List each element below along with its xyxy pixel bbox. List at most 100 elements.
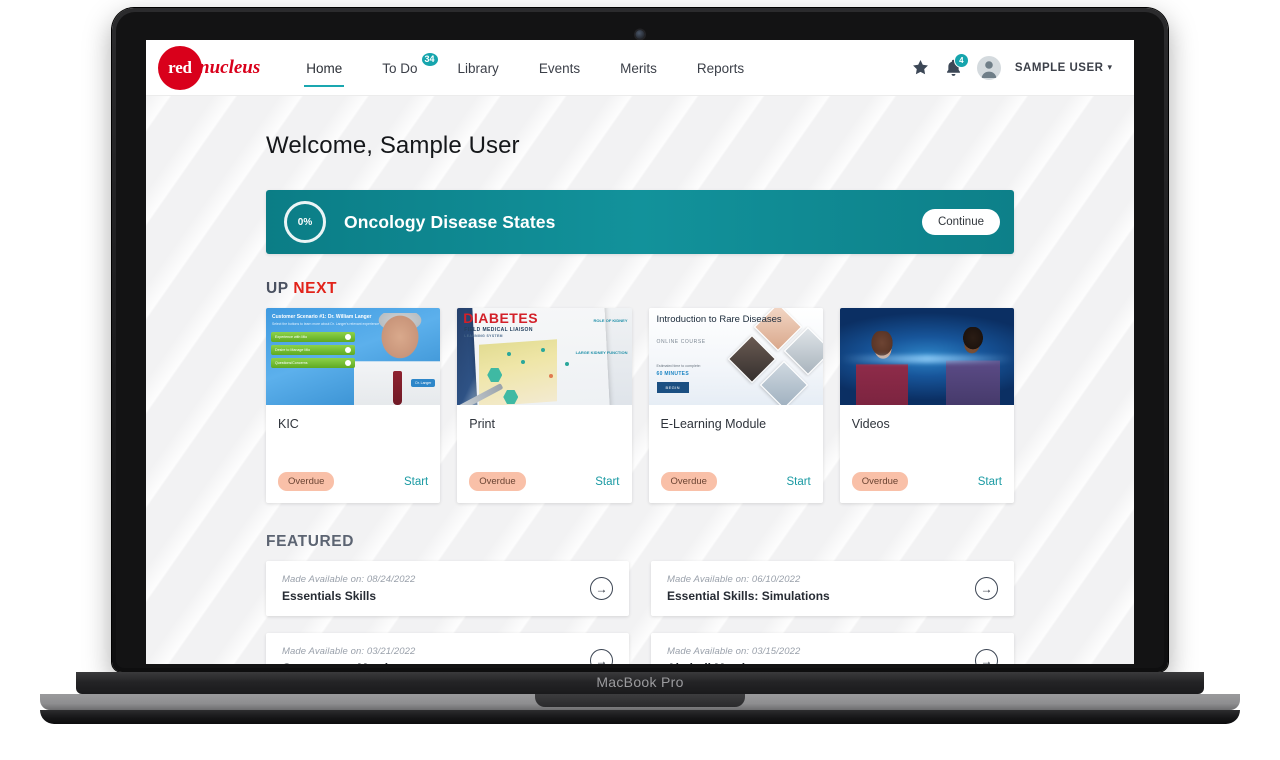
start-link[interactable]: Start xyxy=(404,476,428,488)
thumb-accordion-bar: Experience with Mio xyxy=(271,332,355,342)
notification-count-badge: 4 xyxy=(953,53,969,68)
featured-card-text: Made Available on: 03/15/2022 Almirall M… xyxy=(667,646,800,664)
up-next-card-grid: Customer Scenario #1: Dr. William Langer… xyxy=(266,308,1014,503)
start-link[interactable]: Start xyxy=(978,476,1002,488)
up-next-heading: UP NEXT xyxy=(266,280,1134,298)
featured-date: Made Available on: 03/15/2022 xyxy=(667,646,801,657)
featured-date: Made Available on: 06/10/2022 xyxy=(667,574,801,585)
nav-item-merits[interactable]: Merits xyxy=(600,43,677,93)
thumb-heading: DIABETES xyxy=(463,310,539,326)
continue-button[interactable]: Continue xyxy=(921,209,1000,235)
featured-card-text: Made Available on: 06/10/2022 Essential … xyxy=(667,574,830,603)
nav-label-reports: Reports xyxy=(696,60,745,76)
favorites-button[interactable] xyxy=(911,58,930,77)
thumb-subheading: ONLINE COURSE xyxy=(656,339,706,345)
featured-card[interactable]: Made Available on: 03/15/2022 Almirall M… xyxy=(651,633,1014,664)
rednucleus-logo[interactable]: red nucleus xyxy=(158,45,261,90)
todo-count-badge: 34 xyxy=(419,50,440,68)
necktie-shape xyxy=(393,371,403,405)
card-title: Print xyxy=(469,417,495,431)
app-header: red nucleus Home To Do 34 Library Events… xyxy=(146,40,1134,96)
thumb-side-text-1: ROLE OF KIDNEY xyxy=(593,318,628,323)
logo-wordmark: nucleus xyxy=(199,56,261,78)
up-next-card[interactable]: DIABETES FIELD MEDICAL LIAISON LEARNING … xyxy=(457,308,632,503)
featured-name: Almirall Meeting xyxy=(667,661,800,664)
thumb-person-left xyxy=(855,331,908,405)
laptop-base: MacBook Pro xyxy=(76,672,1204,694)
card-title: KIC xyxy=(278,417,299,431)
current-course-banner[interactable]: 0% Oncology Disease States Continue xyxy=(266,190,1014,254)
laptop-base-foot xyxy=(40,710,1240,724)
thumb-subheading: FIELD MEDICAL LIAISON xyxy=(464,327,533,333)
kic-scenario-thumbnail: Customer Scenario #1: Dr. William Langer… xyxy=(266,308,441,405)
nav-item-events[interactable]: Events xyxy=(519,43,600,93)
user-avatar-icon xyxy=(981,60,997,78)
card-footer: Overdue Start xyxy=(266,472,440,503)
featured-card[interactable]: Made Available on: 03/21/2022 Geneoscopy… xyxy=(266,633,629,664)
card-footer: Overdue Start xyxy=(840,472,1014,503)
arrow-right-icon[interactable]: → xyxy=(590,649,613,664)
featured-date: Made Available on: 08/24/2022 xyxy=(282,574,416,585)
page-title: Welcome, Sample User xyxy=(266,132,520,159)
laptop-screen: red nucleus Home To Do 34 Library Events… xyxy=(146,40,1134,664)
nav-item-library[interactable]: Library xyxy=(438,43,519,93)
status-badge: Overdue xyxy=(660,472,717,491)
thumb-estimate-value: 60 MINUTES xyxy=(656,371,689,377)
up-next-label-accent: NEXT xyxy=(293,280,338,297)
screenshot-stage: red nucleus Home To Do 34 Library Events… xyxy=(0,0,1280,760)
user-name-label: SAMPLE USER xyxy=(1014,61,1104,74)
nav-label-library: Library xyxy=(457,60,499,76)
up-next-label-plain: UP xyxy=(266,280,294,297)
device-label: MacBook Pro xyxy=(596,674,684,690)
user-menu[interactable]: SAMPLE USER ▾ xyxy=(1015,62,1112,74)
thumb-heading: Introduction to Rare Diseases xyxy=(656,314,782,325)
nav-item-home[interactable]: Home xyxy=(286,43,362,93)
thumb-side-text-2: LARGE KIDNEY FUNCTION xyxy=(575,350,628,355)
webcam-icon xyxy=(635,30,645,39)
banner-course-title: Oncology Disease States xyxy=(344,211,556,232)
logo-circle: red xyxy=(158,45,202,90)
start-link[interactable]: Start xyxy=(786,476,810,488)
card-title: E-Learning Module xyxy=(660,417,767,431)
card-title: Videos xyxy=(851,417,890,431)
status-badge: Overdue xyxy=(278,472,335,491)
avatar[interactable] xyxy=(976,55,1001,80)
card-footer: Overdue Start xyxy=(649,472,823,503)
main-nav: Home To Do 34 Library Events Merits Repo… xyxy=(286,43,764,93)
featured-name: Essentials Skills xyxy=(282,589,377,603)
thumb-heading: Customer Scenario #1: Dr. William Langer xyxy=(272,314,372,320)
thumb-accordion-bar: Desire to Manage Mio xyxy=(271,345,355,355)
notifications-button[interactable]: 4 xyxy=(944,53,969,77)
chevron-down-icon: ▾ xyxy=(1107,62,1112,72)
thumb-begin-button: BEGIN xyxy=(656,382,689,393)
featured-heading: FEATURED xyxy=(266,533,355,550)
start-link[interactable]: Start xyxy=(595,476,619,488)
nav-item-todo[interactable]: To Do 34 xyxy=(362,43,440,93)
featured-card[interactable]: Made Available on: 08/24/2022 Essentials… xyxy=(266,561,629,616)
arrow-right-icon[interactable]: → xyxy=(975,649,998,664)
status-badge: Overdue xyxy=(469,472,526,491)
up-next-card[interactable]: Videos Overdue Start xyxy=(839,308,1014,503)
page-content: Welcome, Sample User 0% Oncology Disease… xyxy=(146,132,1134,664)
card-footer: Overdue Start xyxy=(457,472,631,503)
nav-item-reports[interactable]: Reports xyxy=(677,43,764,93)
featured-card-text: Made Available on: 08/24/2022 Essentials… xyxy=(282,574,415,603)
up-next-card[interactable]: Customer Scenario #1: Dr. William Langer… xyxy=(266,308,441,503)
video-conversation-thumbnail xyxy=(839,308,1014,405)
featured-name: Geneoscopy Meeting xyxy=(282,661,415,664)
progress-ring: 0% xyxy=(284,201,326,243)
web-page: red nucleus Home To Do 34 Library Events… xyxy=(146,40,1134,664)
arrow-right-icon[interactable]: → xyxy=(590,577,613,600)
thumb-accordion-bar: Questions/Concerns xyxy=(271,358,355,368)
arrow-right-icon[interactable]: → xyxy=(975,577,998,600)
thumb-subheading-2: LEARNING SYSTEM xyxy=(464,334,503,338)
thumb-person-right xyxy=(946,327,1000,405)
status-badge: Overdue xyxy=(851,472,909,491)
nav-label-events: Events xyxy=(538,60,581,76)
thumb-estimate-label: Estimated time to complete: xyxy=(656,364,701,368)
up-next-card[interactable]: Introduction to Rare Diseases ONLINE COU… xyxy=(648,308,823,503)
featured-card[interactable]: Made Available on: 06/10/2022 Essential … xyxy=(651,561,1014,616)
thumb-name-tag: Dr. Langer xyxy=(411,379,436,387)
featured-grid: Made Available on: 08/24/2022 Essentials… xyxy=(266,561,1014,664)
print-magazine-thumbnail: DIABETES FIELD MEDICAL LIAISON LEARNING … xyxy=(457,308,632,405)
